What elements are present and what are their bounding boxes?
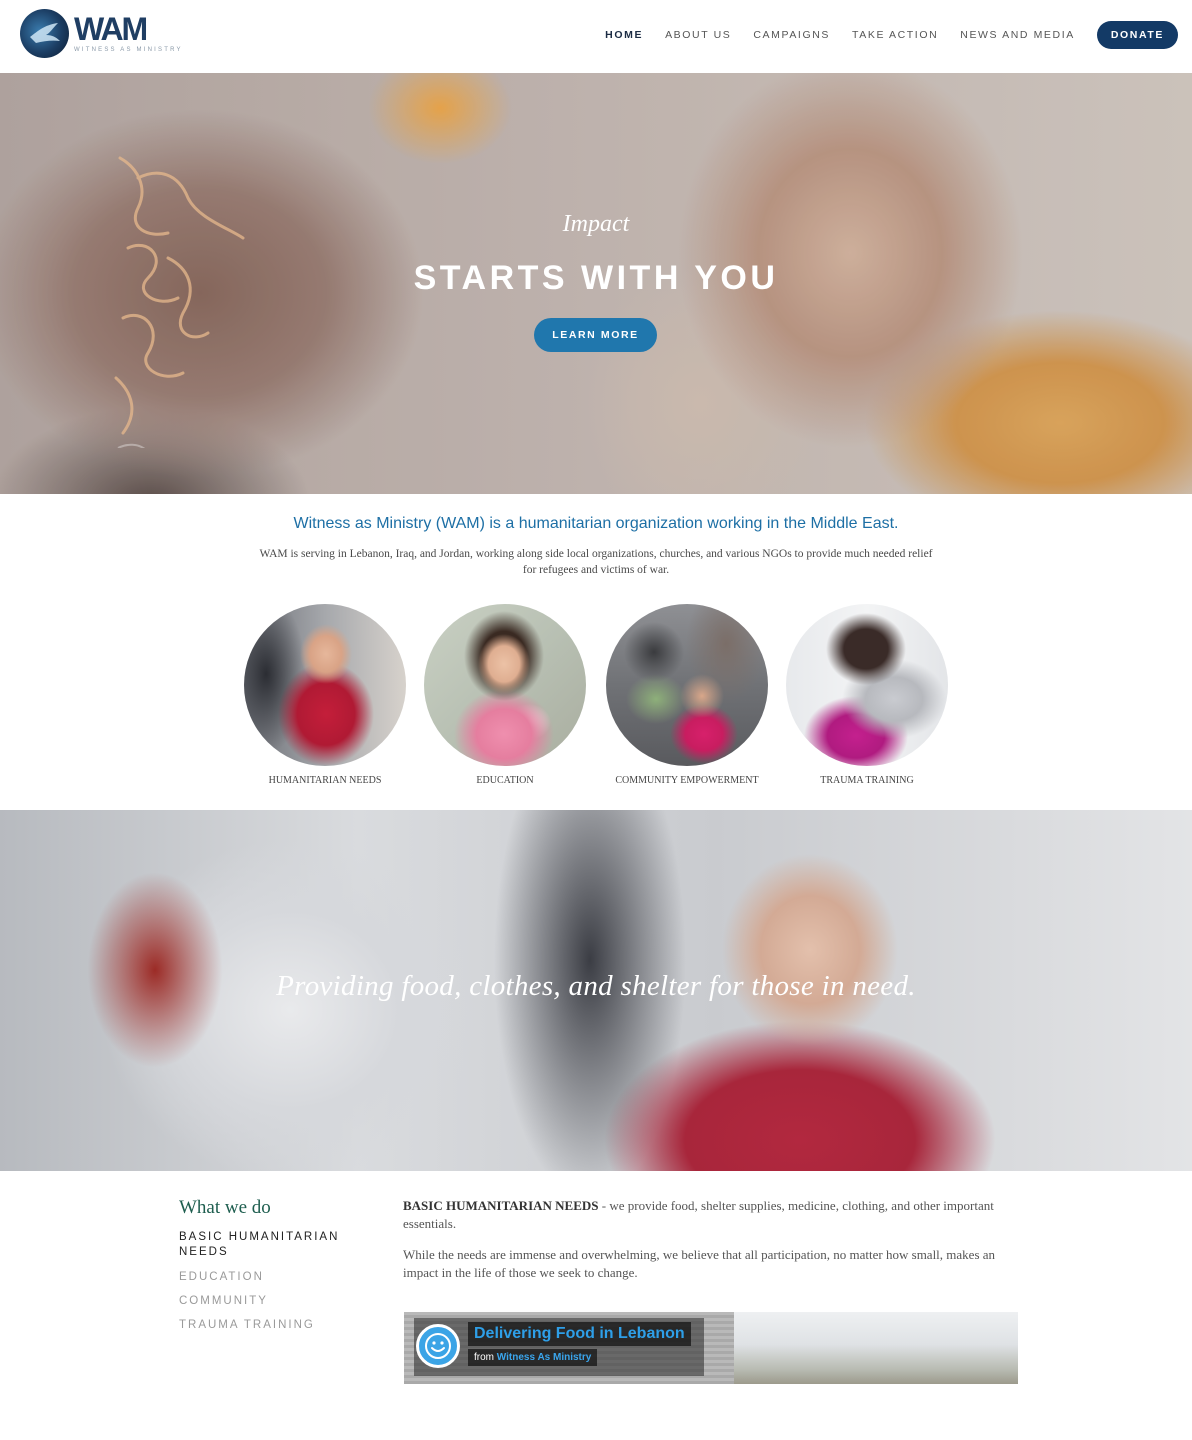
banner-text: Providing food, clothes, and shelter for…	[276, 970, 916, 1002]
education-label: EDUCATION	[476, 775, 534, 786]
what-we-do-heading: What we do	[179, 1197, 271, 1218]
donate-button[interactable]: DONATE	[1096, 21, 1178, 49]
site-header: WAM WITNESS AS MINISTRY HOME ABOUT US CA…	[0, 0, 1192, 73]
intro-headline: Witness as Ministry (WAM) is a humanitar…	[293, 515, 899, 532]
video-background-landscape	[734, 1312, 1018, 1384]
logo-wordmark: WAM	[74, 11, 148, 47]
sidebar-link-trauma-training[interactable]: TRAUMA TRAINING	[179, 1318, 315, 1333]
learn-more-button[interactable]: LEARN MORE	[534, 318, 657, 352]
focus-trauma-training[interactable]: TRAUMA TRAINING	[786, 604, 948, 794]
main-nav: HOME ABOUT US CAMPAIGNS TAKE ACTION NEWS…	[583, 21, 1178, 49]
basic-needs-description: BASIC HUMANITARIAN NEEDS - we provide fo…	[403, 1197, 1018, 1233]
participation-paragraph: While the needs are immense and overwhel…	[403, 1247, 996, 1280]
video-byline: from Witness As Ministry	[468, 1349, 598, 1366]
hero-kicker: Impact	[562, 211, 630, 237]
focus-education[interactable]: EDUCATION	[424, 604, 586, 794]
food-banner: Providing food, clothes, and shelter for…	[0, 810, 1192, 1171]
sidebar-link-basic-humanitarian-needs[interactable]: BASIC HUMANITARIAN NEEDS	[179, 1230, 359, 1260]
focus-humanitarian-needs[interactable]: HUMANITARIAN NEEDS	[244, 604, 406, 794]
arabic-calligraphy-decoration	[114, 156, 245, 448]
community-empowerment-photo	[606, 604, 768, 766]
sidebar-link-community[interactable]: COMMUNITY	[179, 1294, 268, 1309]
smiley-avatar-icon	[416, 1324, 460, 1368]
humanitarian-needs-label: HUMANITARIAN NEEDS	[268, 775, 382, 786]
hero-section: Impact STARTS WITH YOU LEARN MORE	[0, 73, 1192, 494]
video-thumbnail[interactable]: Delivering Food in Lebanon from Witness …	[404, 1312, 1018, 1384]
logo-tagline: WITNESS AS MINISTRY	[74, 47, 183, 53]
wam-logo[interactable]: WAM WITNESS AS MINISTRY	[20, 9, 183, 59]
hero-title: STARTS WITH YOU	[413, 259, 779, 297]
education-photo	[424, 604, 586, 766]
video-from-prefix: from	[474, 1352, 494, 1363]
nav-take-action[interactable]: TAKE ACTION	[852, 29, 938, 41]
video-author[interactable]: Witness As Ministry	[497, 1352, 592, 1363]
trauma-training-photo	[786, 604, 948, 766]
humanitarian-needs-photo	[244, 604, 406, 766]
video-title[interactable]: Delivering Food in Lebanon	[468, 1322, 691, 1346]
nav-about-us[interactable]: ABOUT US	[665, 29, 731, 41]
basic-needs-lead: BASIC HUMANITARIAN NEEDS	[403, 1198, 599, 1213]
intro-text: WAM is serving in Lebanon, Iraq, and Jor…	[259, 548, 933, 576]
nav-campaigns[interactable]: CAMPAIGNS	[753, 29, 830, 41]
nav-home[interactable]: HOME	[605, 29, 643, 41]
dove-logo-icon	[20, 9, 69, 58]
nav-news-and-media[interactable]: NEWS AND MEDIA	[960, 29, 1075, 41]
community-empowerment-label: COMMUNITY EMPOWERMENT	[615, 775, 759, 786]
focus-community-empowerment[interactable]: COMMUNITY EMPOWERMENT	[606, 604, 768, 794]
trauma-training-label: TRAUMA TRAINING	[820, 775, 914, 786]
sidebar-link-education[interactable]: EDUCATION	[179, 1270, 264, 1285]
